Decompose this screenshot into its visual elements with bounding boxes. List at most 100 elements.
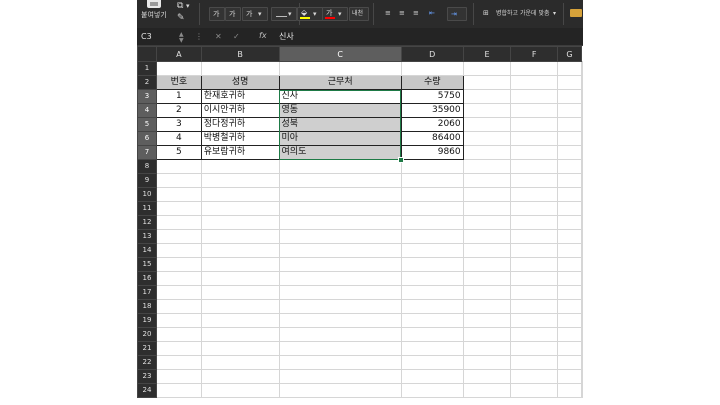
row-header[interactable]: 1 xyxy=(137,61,157,76)
cell[interactable] xyxy=(400,229,464,244)
cell[interactable] xyxy=(557,131,582,146)
cell[interactable] xyxy=(155,299,202,314)
cell[interactable] xyxy=(557,61,582,76)
cell[interactable] xyxy=(278,243,402,258)
row-header[interactable]: 20 xyxy=(137,327,157,342)
cell[interactable] xyxy=(400,285,464,300)
table-cell[interactable]: 미아 xyxy=(278,131,402,146)
table-header-cell[interactable]: 성명 xyxy=(200,75,280,90)
cell[interactable] xyxy=(510,173,559,188)
cell[interactable] xyxy=(510,299,559,314)
cell[interactable] xyxy=(400,299,464,314)
cell[interactable] xyxy=(155,369,202,384)
column-header-a[interactable]: A xyxy=(155,46,202,62)
cell[interactable] xyxy=(557,145,582,160)
cell[interactable] xyxy=(155,313,202,328)
cell[interactable] xyxy=(557,285,582,300)
cell[interactable] xyxy=(462,159,512,174)
cell[interactable] xyxy=(155,327,202,342)
table-cell[interactable]: 이시안귀하 xyxy=(200,103,280,118)
cell[interactable] xyxy=(155,61,202,76)
cell[interactable] xyxy=(278,61,402,76)
cell[interactable] xyxy=(200,187,280,202)
cell[interactable] xyxy=(278,159,402,174)
cell[interactable] xyxy=(581,215,583,230)
cell[interactable] xyxy=(200,299,280,314)
cell[interactable] xyxy=(462,229,512,244)
cell[interactable] xyxy=(510,145,559,160)
row-header[interactable]: 16 xyxy=(137,271,157,286)
cell[interactable] xyxy=(400,257,464,272)
cell[interactable] xyxy=(200,327,280,342)
align-center-icon[interactable]: ≡ xyxy=(399,8,405,18)
cell[interactable] xyxy=(510,131,559,146)
row-header[interactable]: 9 xyxy=(137,173,157,188)
cell[interactable] xyxy=(557,383,582,398)
cell[interactable] xyxy=(557,341,582,356)
font-color-button[interactable]: 가 ▾ xyxy=(322,7,348,21)
cell[interactable] xyxy=(200,383,280,398)
row-header[interactable]: 7 xyxy=(137,145,157,160)
table-cell[interactable]: 3 xyxy=(155,117,202,132)
cell[interactable] xyxy=(557,89,582,104)
cell[interactable] xyxy=(581,173,583,188)
row-header[interactable]: 8 xyxy=(137,159,157,174)
cell[interactable] xyxy=(278,369,402,384)
column-header-g[interactable]: G xyxy=(557,46,582,62)
cell[interactable] xyxy=(400,271,464,286)
row-header[interactable]: 5 xyxy=(137,117,157,132)
cell[interactable] xyxy=(510,229,559,244)
align-right-icon[interactable]: ≡ xyxy=(413,8,419,18)
cell[interactable] xyxy=(200,257,280,272)
cell[interactable] xyxy=(278,341,402,356)
merge-dropdown-icon[interactable]: ▾ xyxy=(553,9,556,19)
cell[interactable] xyxy=(200,201,280,216)
row-header[interactable]: 10 xyxy=(137,187,157,202)
column-header-b[interactable]: B xyxy=(200,46,280,62)
cell[interactable] xyxy=(155,243,202,258)
table-cell[interactable]: 9860 xyxy=(400,145,464,160)
cell[interactable] xyxy=(278,355,402,370)
table-cell[interactable]: 신사 xyxy=(278,89,402,104)
cell[interactable] xyxy=(510,355,559,370)
cell[interactable] xyxy=(462,103,512,118)
cell[interactable] xyxy=(155,215,202,230)
cell[interactable] xyxy=(278,327,402,342)
paste-button-label[interactable]: 붙여넣기 xyxy=(141,10,167,20)
cell[interactable] xyxy=(462,257,512,272)
cell[interactable] xyxy=(462,201,512,216)
cell[interactable] xyxy=(510,187,559,202)
cell[interactable] xyxy=(462,117,512,132)
cell[interactable] xyxy=(278,313,402,328)
cell[interactable] xyxy=(400,173,464,188)
cell[interactable] xyxy=(510,201,559,216)
cell[interactable] xyxy=(557,271,582,286)
cell[interactable] xyxy=(581,299,583,314)
cell[interactable] xyxy=(581,229,583,244)
cell[interactable] xyxy=(510,243,559,258)
table-cell[interactable]: 정다정귀하 xyxy=(200,117,280,132)
cell[interactable] xyxy=(462,383,512,398)
cell[interactable] xyxy=(278,229,402,244)
row-header[interactable]: 24 xyxy=(137,383,157,398)
row-header[interactable]: 22 xyxy=(137,355,157,370)
name-box[interactable]: C3 xyxy=(141,31,152,42)
formula-input[interactable]: 신사 xyxy=(279,31,294,42)
cell[interactable] xyxy=(510,103,559,118)
row-header[interactable]: 19 xyxy=(137,313,157,328)
name-box-spin-down-icon[interactable]: ▼ xyxy=(179,35,184,46)
bold-button[interactable]: 가 ▾ xyxy=(242,7,268,21)
cell[interactable] xyxy=(581,187,583,202)
phonetic-button[interactable]: 내천 xyxy=(349,7,369,21)
cell[interactable] xyxy=(557,355,582,370)
table-cell[interactable]: 86400 xyxy=(400,131,464,146)
cell[interactable] xyxy=(400,369,464,384)
cell[interactable] xyxy=(278,201,402,216)
cell[interactable] xyxy=(155,383,202,398)
cell[interactable] xyxy=(200,285,280,300)
row-header[interactable]: 17 xyxy=(137,285,157,300)
insert-function-button[interactable]: fx xyxy=(259,30,267,42)
cell[interactable] xyxy=(581,341,583,356)
cell[interactable] xyxy=(200,271,280,286)
cell[interactable] xyxy=(462,271,512,286)
